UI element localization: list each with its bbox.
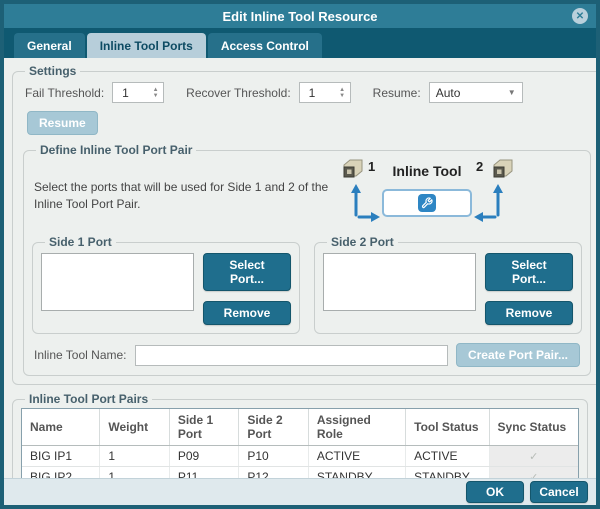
cell-tool-status: ACTIVE [406, 446, 489, 467]
recover-threshold-label: Recover Threshold: [186, 86, 291, 100]
tab-bar: General Inline Tool Ports Access Control [4, 28, 596, 58]
cell-side2: P10 [239, 446, 309, 467]
sync-check-icon: ✓ [489, 467, 578, 479]
cell-side2: P12 [239, 467, 309, 479]
port-pair-description: Select the ports that will be used for S… [34, 179, 332, 214]
dialog-titlebar: Edit Inline Tool Resource ✕ [4, 4, 596, 28]
side-2-port-legend: Side 2 Port [327, 235, 398, 249]
side-2-port-section: Side 2 Port Select Port... Remove [314, 235, 582, 334]
port-pairs-table: Name Weight Side 1 Port Side 2 Port Assi… [21, 408, 579, 478]
inline-tool-label: Inline Tool [382, 163, 472, 179]
cell-tool-status: STANDBY [406, 467, 489, 479]
recover-threshold-spinner[interactable]: ▲ ▼ [335, 87, 350, 99]
table-header-row: Name Weight Side 1 Port Side 2 Port Assi… [22, 409, 578, 446]
port-2-icon [490, 159, 514, 186]
cell-weight: 1 [100, 467, 170, 479]
close-icon[interactable]: ✕ [572, 8, 588, 24]
col-tool-status[interactable]: Tool Status [406, 409, 489, 446]
spinner-down-icon[interactable]: ▼ [153, 93, 159, 99]
inline-tool-name-input[interactable] [135, 345, 448, 366]
col-sync-status[interactable]: Sync Status [489, 409, 578, 446]
cell-role: ACTIVE [308, 446, 405, 467]
inline-tool-name-label: Inline Tool Name: [34, 348, 127, 362]
cancel-button[interactable]: Cancel [530, 481, 588, 503]
cell-weight: 1 [100, 446, 170, 467]
col-assigned-role[interactable]: Assigned Role [308, 409, 405, 446]
edit-inline-tool-resource-dialog: Edit Inline Tool Resource ✕ General Inli… [0, 0, 600, 509]
side-1-port-list[interactable] [41, 253, 194, 311]
resume-dropdown[interactable]: Auto ▼ [429, 82, 523, 103]
sync-check-icon: ✓ [489, 446, 578, 467]
cell-name: BIG IP2 [22, 467, 100, 479]
tab-access-control[interactable]: Access Control [208, 33, 322, 58]
col-name[interactable]: Name [22, 409, 100, 446]
tab-general[interactable]: General [14, 33, 85, 58]
side-2-port-list[interactable] [323, 253, 476, 311]
settings-section: Settings Fail Threshold: 1 ▲ ▼ Recover T… [12, 64, 596, 385]
inline-tool-name-row: Inline Tool Name: Create Port Pair... [34, 343, 580, 367]
inline-tool-diagram: 1 Inline Tool 2 [332, 159, 522, 229]
settings-legend: Settings [25, 64, 80, 78]
cell-side1: P09 [169, 446, 239, 467]
side-2-select-port-button[interactable]: Select Port... [485, 253, 573, 291]
port-2-label: 2 [476, 159, 483, 174]
resume-label: Resume: [373, 86, 421, 100]
dialog-title: Edit Inline Tool Resource [222, 9, 377, 24]
create-port-pair-button[interactable]: Create Port Pair... [456, 343, 580, 367]
col-side1-port[interactable]: Side 1 Port [169, 409, 239, 446]
chevron-down-icon: ▼ [508, 88, 516, 97]
cell-side1: P11 [169, 467, 239, 479]
define-top-row: Select the ports that will be used for S… [30, 157, 584, 233]
port-1-label: 1 [368, 159, 375, 174]
port-1-icon [340, 159, 364, 186]
col-side2-port[interactable]: Side 2 Port [239, 409, 309, 446]
side-1-port-legend: Side 1 Port [45, 235, 116, 249]
port-pairs-legend: Inline Tool Port Pairs [25, 392, 152, 406]
threshold-row: Fail Threshold: 1 ▲ ▼ Recover Threshold:… [25, 82, 589, 103]
resume-button[interactable]: Resume [27, 111, 98, 135]
tab-content: Settings Fail Threshold: 1 ▲ ▼ Recover T… [4, 58, 596, 478]
define-port-pair-legend: Define Inline Tool Port Pair [36, 143, 196, 157]
fail-threshold-label: Fail Threshold: [25, 86, 104, 100]
define-port-pair-section: Define Inline Tool Port Pair Select the … [23, 143, 591, 376]
tab-inline-tool-ports[interactable]: Inline Tool Ports [87, 33, 206, 58]
table-row[interactable]: BIG IP1 1 P09 P10 ACTIVE ACTIVE ✓ [22, 446, 578, 467]
resume-selected-value: Auto [436, 86, 461, 100]
recover-threshold-stepper[interactable]: 1 ▲ ▼ [299, 82, 351, 103]
inline-tool-box [382, 189, 472, 217]
recover-threshold-value: 1 [300, 86, 335, 100]
cell-name: BIG IP1 [22, 446, 100, 467]
port-pairs-section: Inline Tool Port Pairs Name Weight Side … [12, 392, 588, 478]
table-row[interactable]: BIG IP2 1 P11 P12 STANDBY STANDBY ✓ [22, 467, 578, 479]
side-2-remove-button[interactable]: Remove [485, 301, 573, 325]
side-1-remove-button[interactable]: Remove [203, 301, 291, 325]
dialog-footer: OK Cancel [4, 478, 596, 505]
col-weight[interactable]: Weight [100, 409, 170, 446]
ok-button[interactable]: OK [466, 481, 524, 503]
fail-threshold-stepper[interactable]: 1 ▲ ▼ [112, 82, 164, 103]
fail-threshold-value: 1 [113, 86, 148, 100]
side-1-select-port-button[interactable]: Select Port... [203, 253, 291, 291]
fail-threshold-spinner[interactable]: ▲ ▼ [148, 87, 163, 99]
wrench-icon [418, 194, 436, 212]
side-1-port-section: Side 1 Port Select Port... Remove [32, 235, 300, 334]
cell-role: STANDBY [308, 467, 405, 479]
side-ports-row: Side 1 Port Select Port... Remove Side 2… [32, 235, 582, 334]
spinner-down-icon[interactable]: ▼ [339, 93, 345, 99]
